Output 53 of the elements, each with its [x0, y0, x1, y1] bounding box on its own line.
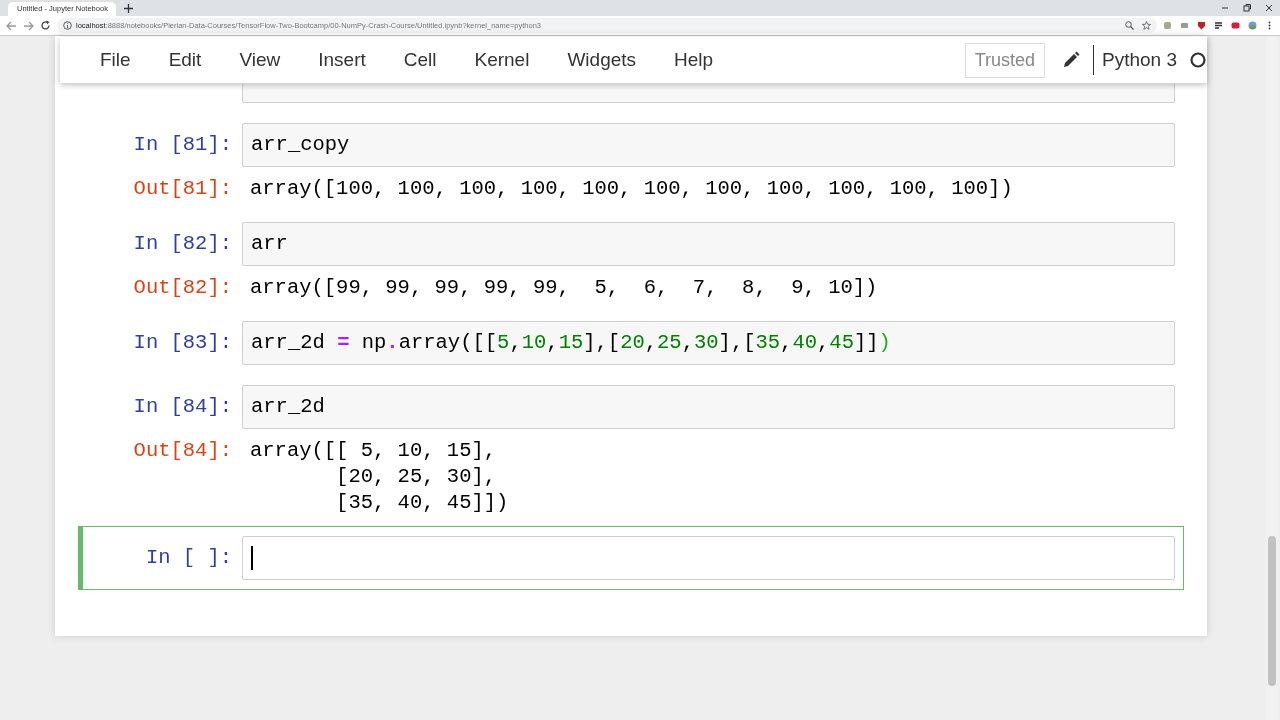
menu-item[interactable]: Help: [655, 45, 733, 75]
input-prompt: In [81]:: [132, 132, 232, 158]
code-input[interactable]: arr: [242, 222, 1175, 266]
output-text: array([100, 100, 100, 100, 100, 100, 100, 100, 100, 100, 100]): [250, 176, 1013, 202]
notebook-cell[interactable]: In [81]: arr_copy Out[81]: array([100, 100, 100, 100, 100, 100, 100, 100, 100, 100, 100]): [78, 113, 1184, 212]
text-cursor: [251, 546, 253, 570]
notebook-cell[interactable]: In [83]: arr_2d = np.array([[5,10,15],[20,25,30],[35,40,45]]): [78, 311, 1184, 375]
trusted-button[interactable]: Trusted: [964, 42, 1045, 78]
menu-item[interactable]: Widgets: [548, 45, 656, 75]
close-icon[interactable]: [1264, 3, 1274, 13]
menu-item[interactable]: Cell: [384, 45, 456, 75]
input-prompt: In [ ]:: [144, 545, 232, 571]
menu-item[interactable]: Kernel: [455, 45, 549, 75]
output-prompt: Out[82]:: [132, 275, 232, 301]
code-input[interactable]: [242, 84, 1175, 103]
notebook-cell[interactable]: In [84]: arr_2d Out[84]: array([[ 5, 10, 15], [20, 25, 30], [35, 40, 45]]): [78, 375, 1184, 526]
menu-item[interactable]: View: [220, 45, 300, 75]
code-input[interactable]: arr_2d = np.array([[5,10,15],[20,25,30],[35,40,45]]): [242, 321, 1175, 365]
info-icon: [63, 21, 72, 30]
forward-icon[interactable]: [23, 20, 34, 31]
shield-icon[interactable]: [1197, 21, 1206, 30]
output-prompt: Out[81]:: [132, 176, 232, 202]
code-text: arr_2d = np.array([[5,10,15],[20,25,30],[35,40,45]]): [251, 330, 891, 356]
menu-item[interactable]: Edit: [149, 45, 221, 75]
code-input[interactable]: [242, 536, 1175, 580]
back-icon[interactable]: [6, 20, 17, 31]
menu-item[interactable]: File: [81, 45, 150, 75]
zoom-icon[interactable]: [1125, 21, 1134, 30]
code-input[interactable]: arr_2d: [242, 385, 1175, 429]
reload-icon[interactable]: [40, 20, 51, 31]
extension-icon[interactable]: [1231, 21, 1240, 30]
notebook-cell[interactable]: In [ ]:: [78, 526, 1184, 590]
output-text: array([99, 99, 99, 99, 99, 5, 6, 7, 8, 9, 10]): [250, 275, 878, 301]
input-prompt: In [82]:: [132, 231, 232, 257]
code-text: arr_2d: [251, 394, 325, 420]
input-prompt: In [83]:: [132, 330, 232, 356]
star-icon[interactable]: [1142, 21, 1151, 30]
profile-icon[interactable]: [1248, 21, 1257, 30]
output-text: [35, 40, 45]]): [335, 490, 509, 516]
code-text: arr_copy: [251, 132, 350, 158]
output-text: array([[ 5, 10, 15],: [250, 438, 498, 464]
menu-item[interactable]: Insert: [299, 45, 385, 75]
new-tab-icon[interactable]: [124, 4, 133, 13]
output-text: [20, 25, 30],: [335, 464, 498, 490]
list-icon[interactable]: [1214, 21, 1223, 30]
output-prompt: Out[84]:: [132, 438, 232, 464]
restore-icon[interactable]: [1242, 3, 1252, 13]
code-text: arr: [251, 231, 288, 257]
code-input[interactable]: arr_copy: [242, 123, 1175, 167]
kernel-name: Python 3: [1093, 45, 1177, 75]
pencil-icon[interactable]: [1062, 51, 1080, 69]
input-prompt: In [84]:: [132, 394, 232, 420]
notebook-cell[interactable]: In [82]: arr Out[82]: array([99, 99, 99, 99, 99, 5, 6, 7, 8, 9, 10]): [78, 212, 1184, 311]
